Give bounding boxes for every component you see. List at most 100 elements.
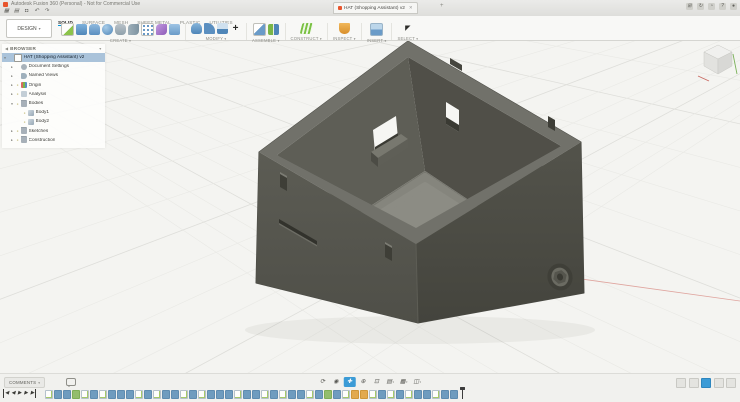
- ft-icon[interactable]: [189, 390, 197, 399]
- sk-icon[interactable]: [306, 390, 314, 399]
- ft-icon[interactable]: [216, 390, 224, 399]
- sk-icon[interactable]: [261, 390, 269, 399]
- sk-icon[interactable]: [198, 390, 206, 399]
- browser-root[interactable]: ▾ HAT (Shopping Assistant) v2: [2, 53, 105, 62]
- ft-icon[interactable]: [378, 390, 386, 399]
- play-icon[interactable]: ▶: [18, 389, 22, 398]
- ft-icon[interactable]: [117, 390, 125, 399]
- group-insert-dropdown[interactable]: INSERT ▾: [367, 38, 387, 43]
- comments-toggle[interactable]: COMMENTS ▾: [4, 377, 45, 388]
- sphere-icon[interactable]: [102, 24, 113, 35]
- timeline-group-icon[interactable]: [701, 378, 711, 388]
- expand-caret-icon[interactable]: ▾: [3, 56, 7, 60]
- step-forward-icon[interactable]: ▶: [24, 389, 28, 398]
- profile-avatar[interactable]: ●: [730, 3, 737, 10]
- form-icon[interactable]: [156, 24, 167, 35]
- pipe-icon[interactable]: [128, 24, 139, 35]
- insert-icon[interactable]: [370, 23, 383, 36]
- comments-bubble-icon[interactable]: [66, 378, 76, 386]
- job-status-icon[interactable]: ↻: [697, 3, 704, 10]
- timeline-settings-icon[interactable]: [676, 378, 686, 388]
- notifications-icon[interactable]: ◔: [708, 3, 715, 10]
- new-tab-button[interactable]: +: [440, 3, 444, 9]
- sk-icon[interactable]: [342, 390, 350, 399]
- ft-icon[interactable]: [414, 390, 422, 399]
- look-at-icon[interactable]: ◉: [330, 377, 342, 387]
- visibility-bulb-icon[interactable]: ●: [16, 83, 20, 87]
- document-tab[interactable]: HAT (Shopping Assistant) v2 ✕: [333, 2, 418, 14]
- expand-caret-icon[interactable]: ▸: [10, 92, 14, 96]
- sk-icon[interactable]: [135, 390, 143, 399]
- ft-icon[interactable]: [441, 390, 449, 399]
- move-icon[interactable]: [230, 23, 241, 34]
- shell-icon[interactable]: [217, 23, 228, 34]
- view-cube[interactable]: [0, 0, 740, 402]
- coil-icon[interactable]: [115, 24, 126, 35]
- show-data-panel-icon[interactable]: ▦: [3, 8, 10, 15]
- sk-icon[interactable]: [405, 390, 413, 399]
- visibility-bulb-icon[interactable]: ●: [16, 92, 20, 96]
- ft-icon[interactable]: [252, 390, 260, 399]
- browser-item-named-views[interactable]: ▸ Named Views: [2, 71, 105, 80]
- browser-item-construction[interactable]: ▸ ● Construction: [2, 136, 105, 145]
- cylinder-icon[interactable]: [89, 24, 100, 35]
- sk-icon[interactable]: [279, 390, 287, 399]
- sketch-icon[interactable]: [61, 23, 74, 36]
- visibility-bulb-icon[interactable]: ●: [16, 102, 20, 106]
- ft-icon[interactable]: [225, 390, 233, 399]
- presspull-icon[interactable]: [191, 23, 202, 34]
- group-construct-dropdown[interactable]: CONSTRUCT ▾: [291, 36, 322, 41]
- ft-icon[interactable]: [270, 390, 278, 399]
- joint-icon[interactable]: [268, 24, 279, 35]
- sk-icon[interactable]: [180, 390, 188, 399]
- ft-icon[interactable]: [126, 390, 134, 399]
- measure-icon[interactable]: [339, 23, 350, 34]
- expand-caret-icon[interactable]: ▸: [10, 138, 14, 142]
- select-icon[interactable]: [402, 23, 413, 34]
- visibility-bulb-icon[interactable]: ●: [16, 129, 20, 133]
- timeline-playhead[interactable]: [462, 389, 464, 399]
- ft-icon[interactable]: [297, 390, 305, 399]
- sk-icon[interactable]: [153, 390, 161, 399]
- redo-icon[interactable]: ↷: [43, 8, 50, 15]
- or-icon[interactable]: [351, 390, 359, 399]
- ft-icon[interactable]: [423, 390, 431, 399]
- ft-icon[interactable]: [162, 390, 170, 399]
- browser-item-bodies[interactable]: ▾ ● Bodies: [2, 99, 105, 108]
- visibility-bulb-icon[interactable]: ●: [23, 111, 27, 115]
- zoom-icon[interactable]: ⊕: [357, 377, 369, 387]
- ft-icon[interactable]: [63, 390, 71, 399]
- group-inspect-dropdown[interactable]: INSPECT ▾: [333, 36, 356, 41]
- sk-icon[interactable]: [81, 390, 89, 399]
- pattern-icon[interactable]: [141, 23, 154, 36]
- timeline-options-icon[interactable]: [726, 378, 736, 388]
- browser-item-document-settings[interactable]: ▸ Document Settings: [2, 62, 105, 71]
- browser-item-origin[interactable]: ▸ ● Origin: [2, 81, 105, 90]
- timeline-zoom-in-icon[interactable]: [714, 378, 724, 388]
- browser-item-sketches[interactable]: ▸ ● Sketches: [2, 127, 105, 136]
- workspace-selector[interactable]: DESIGN ▾: [6, 19, 52, 38]
- group-select-dropdown[interactable]: SELECT ▾: [397, 36, 418, 41]
- expand-caret-icon[interactable]: ▸: [10, 83, 14, 87]
- box-icon[interactable]: [76, 24, 87, 35]
- fillet-icon[interactable]: [204, 23, 215, 34]
- group-create-dropdown[interactable]: CREATE ▾: [110, 38, 131, 43]
- ft-icon[interactable]: [90, 390, 98, 399]
- grid-settings-icon[interactable]: ▦▾: [398, 377, 410, 387]
- sk-icon[interactable]: [234, 390, 242, 399]
- go-to-beginning-icon[interactable]: ◀: [3, 389, 9, 398]
- file-menu-icon[interactable]: ▤: [13, 8, 20, 15]
- step-back-icon[interactable]: ◀: [11, 389, 15, 398]
- undo-icon[interactable]: ↶: [33, 8, 40, 15]
- browser-item-body1[interactable]: ● Body1: [2, 108, 105, 117]
- group-modify-dropdown[interactable]: MODIFY ▾: [206, 36, 227, 41]
- fit-icon[interactable]: ⊡: [371, 377, 383, 387]
- ft-icon[interactable]: [54, 390, 62, 399]
- browser-item-analysis[interactable]: ▸ ● Analysis: [2, 90, 105, 99]
- display-settings-icon[interactable]: ▤▾: [384, 377, 396, 387]
- sk-icon[interactable]: [99, 390, 107, 399]
- close-tab-icon[interactable]: ✕: [409, 5, 413, 11]
- ft-icon[interactable]: [207, 390, 215, 399]
- browser-item-body2[interactable]: ● Body2: [2, 117, 105, 126]
- gr-icon[interactable]: [72, 390, 80, 399]
